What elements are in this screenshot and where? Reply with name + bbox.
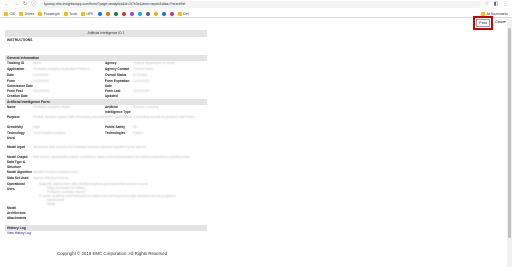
bookmark-label: HPE — [86, 11, 94, 16]
extensions-icon[interactable]: ◧ — [493, 0, 499, 9]
bookmark-pluralsight[interactable]: Pluralsight — [38, 11, 60, 16]
general-row: Form Submission Date 01/20/2020 Form Exp… — [5, 79, 207, 89]
bookmark-favicon-9[interactable] — [161, 11, 166, 16]
field-value: Cloud hosted analytics — [33, 131, 66, 135]
field-value: Risk scores, classification labels, conf… — [33, 155, 190, 159]
field-label: Form First Creation Date — [7, 89, 28, 98]
field-value: Python — [133, 131, 143, 135]
field-value: 01/22/2020 — [133, 89, 149, 93]
general-row: Form First Creation Date 01/10/2020 Form… — [5, 89, 207, 99]
field-label: Name — [7, 105, 16, 109]
ai-row: Technology Used Cloud hosted analytics T… — [5, 131, 207, 141]
field-label: Model Output Data Type & Structure — [7, 155, 28, 169]
operational-uses-row: Operational Uses Supports caseworkers wi… — [5, 182, 207, 206]
bookmark-favicon-4[interactable] — [121, 11, 126, 16]
field-value: 01/10/2020 — [33, 89, 49, 93]
folder-icon — [63, 11, 68, 16]
highlight-box — [473, 16, 493, 30]
bookmark-favicon-3[interactable] — [113, 11, 118, 16]
back-icon[interactable]: ← — [4, 0, 10, 9]
reload-icon[interactable]: ↻ — [22, 0, 28, 9]
bookmark-label: Tools — [69, 11, 78, 16]
bookmark-favicon-10[interactable] — [169, 11, 174, 16]
bookmark-label: Drives — [24, 11, 35, 16]
field-label: Artificial Intelligence Type — [105, 105, 131, 114]
field-value: Structured case records and historical o… — [33, 145, 147, 149]
ai-row: Name Predictive Analytics Model Artifici… — [5, 105, 207, 115]
bookmark-favicon-1[interactable] — [97, 11, 102, 16]
bookmark-star-icon[interactable]: ☆ — [484, 0, 490, 9]
field-label: Model Architecture Attachments — [7, 206, 27, 220]
forward-icon[interactable]: → — [13, 0, 19, 9]
menu-icon[interactable]: ⋮ — [502, 0, 508, 9]
ai-row: Purpose Provide decision support with fo… — [5, 115, 207, 125]
chevron-down-icon[interactable]: ▾ — [504, 20, 506, 24]
bookmark-label: Dev — [183, 11, 190, 16]
field-value: Predictive Analytics Model — [33, 105, 71, 109]
field-label: Technologies — [105, 131, 126, 135]
copyright-footer: Copyright © 2019 EMC Corporation. All Ri… — [57, 251, 168, 256]
field-label: Form Submission Date — [7, 79, 33, 88]
bookmark-drives[interactable]: Drives — [19, 11, 35, 16]
field-value: 01/20/2020 — [33, 79, 49, 83]
field-label: Form Last Updated — [105, 89, 121, 98]
list-item: Alerts — [47, 202, 56, 206]
all-bookmarks[interactable]: All Bookmarks — [480, 11, 508, 16]
bookmark-favicon-6[interactable] — [137, 11, 142, 16]
field-label: Purpose — [7, 115, 20, 119]
site-info-icon[interactable]: ⓘ — [31, 0, 37, 9]
field-value: Provide decision support with forecastin… — [33, 115, 196, 119]
field-value: Machine Learning — [133, 105, 159, 109]
close-link[interactable]: Close — [495, 20, 504, 24]
bookmark-favicon-2[interactable] — [105, 11, 110, 16]
bookmark-dev[interactable]: Dev — [177, 11, 190, 16]
bookmark-favicon-5[interactable] — [129, 11, 134, 16]
document-title: Artificial Intelligence ID 1 — [5, 30, 207, 37]
model-architecture-row: Model Architecture Attachments — [5, 206, 207, 221]
folder-icon — [19, 11, 24, 16]
model-row: Model Input Structured case records and … — [5, 145, 207, 155]
folder-icon — [4, 11, 8, 16]
view-history-log-link[interactable]: View History Log — [5, 231, 207, 236]
model-row: Model Output Data Type & Structure Risk … — [5, 155, 207, 170]
report-document: Artificial Intelligence ID 1 INSTRUCTION… — [5, 30, 207, 236]
bookmark-label: Pluralsight — [43, 11, 60, 16]
bookmarks-bar: CIS Drives Pluralsight Tools HPE Dev All… — [0, 10, 512, 18]
folder-icon — [81, 11, 86, 16]
browser-address-bar: ← → ↻ ⓘ fgocorp.ebs.insightsnapp.com/for… — [0, 0, 512, 9]
folder-icon — [177, 11, 182, 16]
field-label: Model Input — [7, 145, 25, 149]
field-label: Technology Used — [7, 131, 25, 140]
field-label: Form Expiration Date — [105, 79, 130, 88]
bookmark-tools[interactable]: Tools — [63, 11, 78, 16]
bookmark-label: CIS — [9, 11, 16, 16]
folder-icon — [38, 11, 43, 16]
folder-icon — [480, 11, 485, 16]
field-value: 12/31/2020 — [133, 79, 149, 83]
bookmark-cis[interactable]: CIS — [4, 11, 16, 16]
bookmark-hpe[interactable]: HPE — [81, 11, 94, 16]
url-input[interactable]: fgocorp.ebs.insightsnapp.com/form/?page=… — [40, 1, 481, 8]
all-bookmarks-label: All Bookmarks — [486, 11, 508, 16]
bookmark-favicon-8[interactable] — [153, 11, 158, 16]
field-label: Operational Uses — [7, 182, 25, 191]
scrollbar-thumb[interactable] — [508, 28, 511, 238]
bookmark-favicon-7[interactable] — [145, 11, 150, 16]
